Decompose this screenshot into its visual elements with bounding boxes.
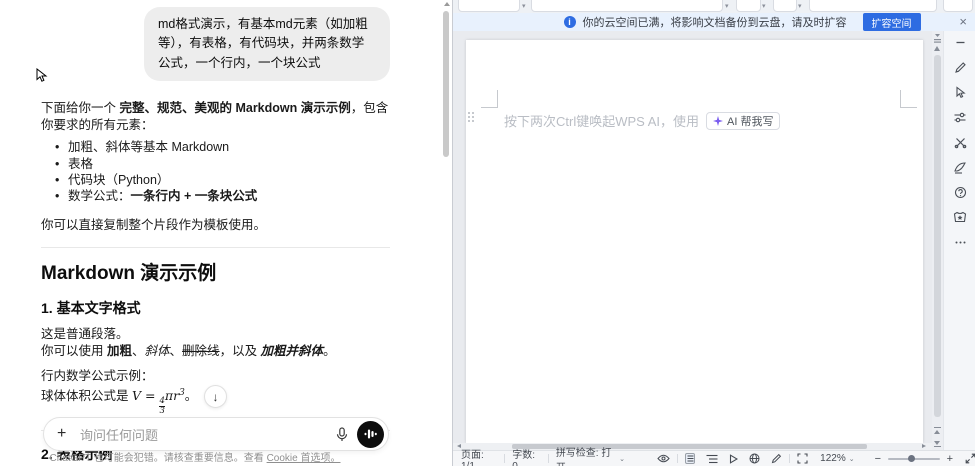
info-icon: i bbox=[563, 16, 576, 28]
math-inline: V = 4 3 πr3 bbox=[131, 387, 185, 416]
wps-window: ▾ ▾ ▾ ▾ i 你的云空间已满，将影响文档备份到云盘，请及时扩容 扩容空间 … bbox=[452, 0, 975, 466]
previous-page-icon[interactable] bbox=[934, 427, 941, 434]
page-indicator: 页面: 1/1 bbox=[461, 449, 484, 466]
scrollbar-up-arrow[interactable] bbox=[934, 46, 940, 51]
eye-icon[interactable] bbox=[657, 454, 670, 463]
chevron-down-icon[interactable]: ⌄ bbox=[849, 455, 855, 463]
section-1-heading: 1. 基本文字格式 bbox=[41, 299, 141, 316]
chatgpt-window: md格式演示，有基本md元素（如加粗等），有表格，有代码块，并两条数学公式，一个… bbox=[0, 0, 452, 466]
markdown-h1: Markdown 演示示例 bbox=[41, 262, 217, 284]
ribbon-bottom-strip: ▾ ▾ ▾ ▾ bbox=[453, 0, 975, 13]
banner-close-icon[interactable]: × bbox=[959, 14, 967, 29]
help-icon[interactable] bbox=[945, 181, 975, 203]
membership-icon[interactable] bbox=[945, 206, 975, 228]
web-view-icon[interactable] bbox=[749, 453, 760, 464]
format-paragraph: 这是普通段落。 你可以使用 加粗、斜体、删除线，以及 加粗并斜体。 bbox=[41, 326, 336, 358]
list-item: 代码块（Python） bbox=[41, 172, 390, 189]
chevron-down-icon[interactable]: ▾ bbox=[798, 2, 802, 10]
assistant-intro: 下面给你一个 完整、规范、美观的 Markdown 演示示例，包含你要求的所有元… bbox=[41, 101, 389, 132]
sparkle-icon bbox=[713, 115, 724, 126]
cookie-preferences-link[interactable]: Cookie 首选项。 bbox=[267, 453, 341, 464]
scrollbar-thumb[interactable] bbox=[443, 11, 449, 157]
focus-mode-icon[interactable] bbox=[797, 453, 808, 464]
spellcheck-status[interactable]: 拼写检查: 打开 bbox=[556, 444, 616, 466]
zoom-level[interactable]: 122% bbox=[820, 453, 846, 464]
zoom-in-button[interactable]: + bbox=[947, 453, 953, 465]
ribbon-control[interactable] bbox=[458, 0, 520, 12]
ai-write-badge[interactable]: AI 帮我写 bbox=[706, 111, 781, 130]
ribbon-control[interactable] bbox=[943, 0, 973, 12]
expand-space-button[interactable]: 扩容空间 bbox=[862, 13, 921, 31]
paragraph-drag-handle-icon[interactable] bbox=[468, 112, 476, 125]
zoom-out-button[interactable]: − bbox=[875, 453, 881, 465]
feature-list: 加粗、斜体等基本 Markdown 表格 代码块（Python） 数学公式：一条… bbox=[41, 139, 390, 205]
outline-view-icon[interactable] bbox=[706, 454, 718, 464]
ribbon-control[interactable] bbox=[773, 0, 797, 12]
copy-note: 你可以直接复制整个片段作为模板使用。 bbox=[41, 217, 267, 232]
wps-status-bar: 页面: 1/1 字数: 0 拼写检查: 打开 ⌄ bbox=[453, 448, 975, 466]
chat-composer[interactable]: + 询问任何问题 bbox=[43, 417, 389, 451]
chevron-down-icon[interactable]: ⌄ bbox=[619, 455, 625, 463]
chevron-down-icon[interactable]: ▾ bbox=[522, 2, 526, 10]
adjust-sliders-icon[interactable] bbox=[945, 106, 975, 128]
cloud-space-banner: i 你的云空间已满，将影响文档备份到云盘，请及时扩容 扩容空间 × bbox=[453, 13, 975, 31]
list-item: 表格 bbox=[41, 156, 390, 173]
minimize-icon[interactable] bbox=[945, 31, 975, 53]
zoom-slider-knob[interactable] bbox=[908, 455, 916, 462]
play-view-icon[interactable] bbox=[729, 453, 739, 464]
scrollbar-up-arrow[interactable] bbox=[444, 2, 450, 6]
ink-pen-icon[interactable] bbox=[771, 453, 782, 464]
edit-pen-icon[interactable] bbox=[945, 56, 975, 78]
scrollbar-right-arrow[interactable] bbox=[922, 444, 926, 448]
mouse-cursor-icon bbox=[36, 68, 48, 82]
next-page-icon[interactable] bbox=[934, 438, 941, 447]
page-margin-corner-mark bbox=[481, 90, 498, 108]
chat-input-placeholder[interactable]: 询问任何问题 bbox=[80, 425, 331, 444]
select-cursor-icon[interactable] bbox=[945, 81, 975, 103]
page-margin-corner-mark bbox=[900, 90, 917, 108]
fullscreen-icon[interactable] bbox=[965, 453, 975, 464]
chat-disclaimer: ChatGPT 也可能会犯错。请核查重要信息。查看 Cookie 首选项。 bbox=[49, 453, 341, 464]
list-item: 数学公式：一条行内 + 一条块公式 bbox=[41, 188, 390, 205]
banner-text: 你的云空间已满，将影响文档备份到云盘，请及时扩容 bbox=[582, 17, 847, 29]
document-vertical-scrollbar[interactable] bbox=[932, 31, 943, 450]
strikethrough-text: 删除线 bbox=[182, 343, 220, 358]
ruler-toggle-icon[interactable] bbox=[933, 33, 942, 43]
page-view-icon[interactable] bbox=[684, 453, 696, 464]
scroll-to-bottom-button[interactable]: ↓ bbox=[204, 385, 227, 408]
wps-right-sidebar bbox=[943, 31, 975, 450]
waveform-icon bbox=[364, 429, 377, 439]
chat-scrollbar[interactable] bbox=[443, 0, 450, 460]
document-page[interactable]: 按下两次Ctrl键唤起WPS AI，使用 AI 帮我写 bbox=[466, 40, 923, 443]
scrollbar-thumb[interactable] bbox=[934, 55, 941, 417]
proofread-icon[interactable] bbox=[945, 156, 975, 178]
user-message-text: md格式演示，有基本md元素（如加粗等），有表格，有代码块，并两条数学公式，一个… bbox=[158, 17, 368, 70]
zoom-slider[interactable] bbox=[888, 455, 940, 462]
chevron-down-icon[interactable]: ▾ bbox=[725, 2, 729, 10]
tools-icon[interactable] bbox=[945, 131, 975, 153]
divider bbox=[41, 246, 390, 248]
ribbon-control[interactable] bbox=[809, 0, 937, 12]
attach-plus-icon[interactable]: + bbox=[57, 425, 77, 443]
word-count: 字数: 0 bbox=[512, 449, 536, 466]
screen: md格式演示，有基本md元素（如加粗等），有表格，有代码块，并两条数学公式，一个… bbox=[0, 0, 975, 466]
user-message-bubble: md格式演示，有基本md元素（如加粗等），有表格，有代码块，并两条数学公式，一个… bbox=[144, 7, 390, 82]
more-icon[interactable] bbox=[945, 231, 975, 253]
microphone-icon[interactable] bbox=[331, 426, 353, 442]
chevron-down-icon[interactable]: ▾ bbox=[762, 2, 766, 10]
document-placeholder: 按下两次Ctrl键唤起WPS AI，使用 AI 帮我写 bbox=[504, 111, 781, 130]
voice-mode-button[interactable] bbox=[357, 420, 384, 448]
ribbon-control[interactable] bbox=[736, 0, 761, 12]
list-item: 加粗、斜体等基本 Markdown bbox=[41, 139, 390, 156]
ribbon-control[interactable] bbox=[531, 0, 723, 12]
arrow-down-icon: ↓ bbox=[212, 389, 219, 404]
